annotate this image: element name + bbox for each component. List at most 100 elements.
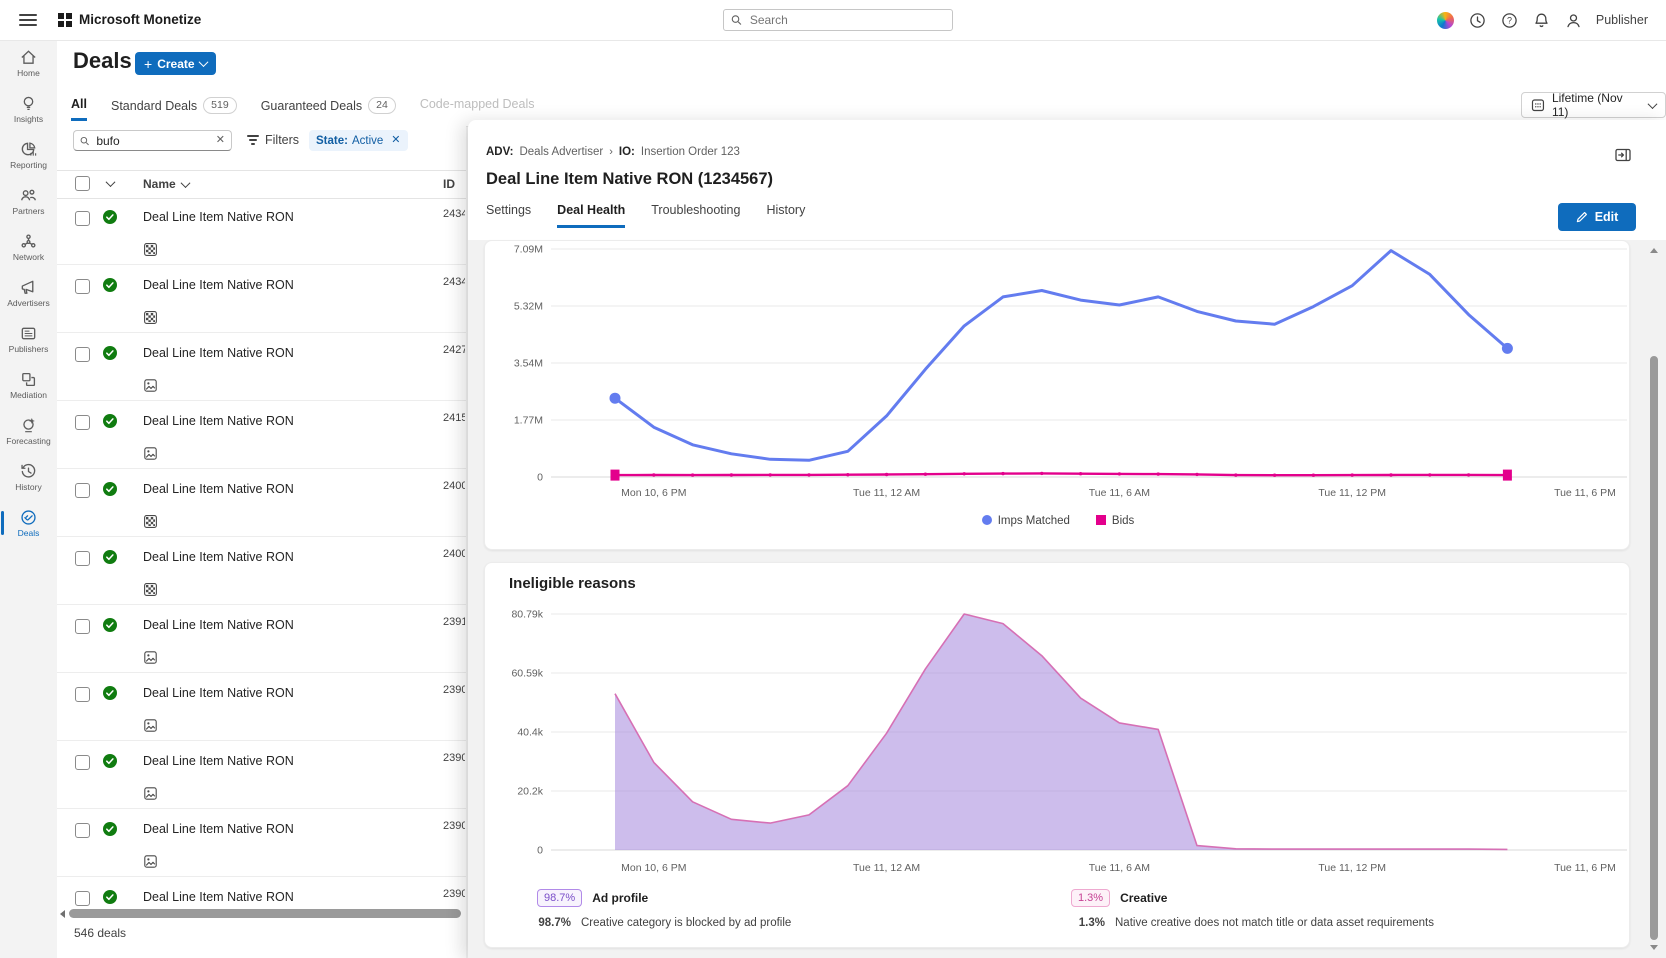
sidebar-item-forecasting[interactable]: Forecasting bbox=[0, 408, 57, 454]
date-range-button[interactable]: Lifetime (Nov 11) bbox=[1521, 92, 1666, 118]
row-checkbox[interactable] bbox=[75, 823, 90, 838]
io-value[interactable]: Insertion Order 123 bbox=[641, 146, 740, 158]
sidebar-item-advertisers[interactable]: Advertisers bbox=[0, 270, 57, 316]
svg-text:7.09M: 7.09M bbox=[514, 244, 543, 256]
selection-menu-chevron-icon[interactable] bbox=[106, 177, 116, 187]
user-role-label[interactable]: Publisher bbox=[1596, 13, 1648, 27]
deal-name-link[interactable]: Deal Line Item Native RON bbox=[143, 210, 294, 224]
tab-code-mapped-deals[interactable]: Code-mapped Deals bbox=[420, 97, 535, 118]
deal-name-link[interactable]: Deal Line Item Native RON bbox=[143, 890, 294, 904]
row-checkbox[interactable] bbox=[75, 687, 90, 702]
select-all-checkbox[interactable] bbox=[75, 176, 90, 191]
filters-button[interactable]: Filters bbox=[247, 133, 299, 147]
active-status-icon bbox=[102, 277, 118, 293]
horizontal-scrollbar[interactable] bbox=[57, 908, 466, 920]
sidebar-item-publishers[interactable]: Publishers bbox=[0, 316, 57, 362]
scroll-down-arrow-icon[interactable] bbox=[1650, 945, 1658, 950]
scroll-left-arrow-icon[interactable] bbox=[60, 910, 65, 918]
table-row[interactable]: Deal Line Item Native RON 2400 bbox=[57, 469, 466, 537]
row-checkbox[interactable] bbox=[75, 551, 90, 566]
svg-text:Tue 11, 12 AM: Tue 11, 12 AM bbox=[853, 487, 920, 499]
edit-button[interactable]: Edit bbox=[1558, 203, 1636, 231]
vertical-scrollbar-thumb[interactable] bbox=[1650, 356, 1658, 940]
deal-name-link[interactable]: Deal Line Item Native RON bbox=[143, 414, 294, 428]
deal-name-link[interactable]: Deal Line Item Native RON bbox=[143, 822, 294, 836]
table-row[interactable]: Deal Line Item Native RON 2390 bbox=[57, 809, 466, 877]
remove-filter-icon[interactable]: ✕ bbox=[391, 135, 400, 146]
copilot-icon[interactable] bbox=[1430, 4, 1462, 36]
sidebar-item-history[interactable]: History bbox=[0, 454, 57, 500]
notifications-bell-icon[interactable] bbox=[1526, 4, 1558, 36]
deal-name-link[interactable]: Deal Line Item Native RON bbox=[143, 754, 294, 768]
row-checkbox[interactable] bbox=[75, 755, 90, 770]
tab-all[interactable]: All bbox=[71, 97, 87, 121]
tab-standard-deals[interactable]: Standard Deals519 bbox=[111, 97, 237, 121]
legend-imps-matched[interactable]: Imps Matched bbox=[982, 515, 1070, 527]
global-search-input[interactable] bbox=[748, 12, 945, 28]
deals-icon bbox=[19, 508, 38, 527]
table-row[interactable]: Deal Line Item Native RON 2400 bbox=[57, 537, 466, 605]
hamburger-menu-icon[interactable] bbox=[19, 11, 37, 29]
table-row[interactable]: Deal Line Item Native RON 2390 bbox=[57, 673, 466, 741]
deal-name-link[interactable]: Deal Line Item Native RON bbox=[143, 550, 294, 564]
deal-name-link[interactable]: Deal Line Item Native RON bbox=[143, 618, 294, 632]
table-row[interactable]: Deal Line Item Native RON 2391 bbox=[57, 605, 466, 673]
panel-vertical-scrollbar[interactable] bbox=[1648, 244, 1660, 954]
sidebar-item-deals[interactable]: Deals bbox=[0, 500, 57, 546]
table-row[interactable]: Deal Line Item Native RON 2434 bbox=[57, 265, 466, 333]
clear-search-icon[interactable]: ✕ bbox=[216, 135, 225, 146]
count-badge: 24 bbox=[368, 97, 396, 114]
help-icon[interactable]: ? bbox=[1494, 4, 1526, 36]
tab-troubleshooting[interactable]: Troubleshooting bbox=[651, 203, 740, 228]
sidebar-item-network[interactable]: Network bbox=[0, 224, 57, 270]
list-search-input[interactable] bbox=[94, 133, 210, 149]
image-creative-icon bbox=[144, 447, 157, 460]
global-search-box[interactable] bbox=[723, 9, 953, 31]
list-search-box[interactable]: ✕ bbox=[73, 130, 232, 151]
legend-bids[interactable]: Bids bbox=[1096, 515, 1134, 527]
adv-value[interactable]: Deals Advertiser bbox=[519, 146, 603, 158]
sidebar-item-mediation[interactable]: Mediation bbox=[0, 362, 57, 408]
table-row[interactable]: Deal Line Item Native RON 2390 bbox=[57, 877, 466, 908]
column-header-id[interactable]: ID bbox=[443, 177, 455, 191]
row-checkbox[interactable] bbox=[75, 483, 90, 498]
deal-id: 2390 bbox=[443, 752, 465, 764]
column-header-name[interactable]: Name bbox=[143, 177, 189, 191]
row-checkbox[interactable] bbox=[75, 279, 90, 294]
open-in-full-page-icon[interactable] bbox=[1614, 146, 1632, 164]
search-icon bbox=[80, 135, 89, 147]
svg-text:1.77M: 1.77M bbox=[514, 415, 543, 427]
sidebar-item-partners[interactable]: Partners bbox=[0, 178, 57, 224]
row-checkbox[interactable] bbox=[75, 619, 90, 634]
svg-text:Tue 11, 6 AM: Tue 11, 6 AM bbox=[1089, 862, 1150, 874]
table-row[interactable]: Deal Line Item Native RON 2415 bbox=[57, 401, 466, 469]
tab-guaranteed-deals[interactable]: Guaranteed Deals24 bbox=[261, 97, 396, 121]
deal-name-link[interactable]: Deal Line Item Native RON bbox=[143, 278, 294, 292]
create-button[interactable]: + Create bbox=[135, 52, 216, 75]
deals-list-pane: Deals + Create All Standard Deals519 Gua… bbox=[57, 40, 466, 958]
row-checkbox[interactable] bbox=[75, 211, 90, 226]
checkerboard-creative-icon bbox=[144, 243, 157, 256]
row-checkbox[interactable] bbox=[75, 347, 90, 362]
sidebar-item-home[interactable]: Home bbox=[0, 40, 57, 86]
scroll-up-arrow-icon[interactable] bbox=[1650, 248, 1658, 253]
tab-settings[interactable]: Settings bbox=[486, 203, 531, 228]
sidebar-item-reporting[interactable]: Reporting bbox=[0, 132, 57, 178]
deal-name-link[interactable]: Deal Line Item Native RON bbox=[143, 482, 294, 496]
deal-name-link[interactable]: Deal Line Item Native RON bbox=[143, 686, 294, 700]
table-row[interactable]: Deal Line Item Native RON 2434 bbox=[57, 197, 466, 265]
state-active-filter-chip[interactable]: State: Active ✕ bbox=[309, 130, 408, 151]
recent-activity-icon[interactable] bbox=[1462, 4, 1494, 36]
row-checkbox[interactable] bbox=[75, 415, 90, 430]
tab-deal-health[interactable]: Deal Health bbox=[557, 203, 625, 228]
table-row[interactable]: Deal Line Item Native RON 2390 bbox=[57, 741, 466, 809]
sidebar-item-insights[interactable]: Insights bbox=[0, 86, 57, 132]
tab-history[interactable]: History bbox=[766, 203, 805, 228]
deal-name-link[interactable]: Deal Line Item Native RON bbox=[143, 346, 294, 360]
people-icon bbox=[19, 186, 38, 205]
account-person-icon[interactable] bbox=[1558, 4, 1590, 36]
row-checkbox[interactable] bbox=[75, 891, 90, 906]
table-row[interactable]: Deal Line Item Native RON 2427 bbox=[57, 333, 466, 401]
top-bar: Microsoft Monetize ? Publisher bbox=[0, 0, 1666, 41]
horizontal-scrollbar-thumb[interactable] bbox=[69, 909, 461, 918]
